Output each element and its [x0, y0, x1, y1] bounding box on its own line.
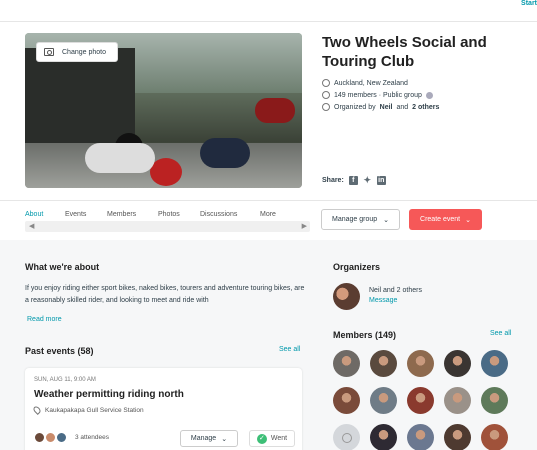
tabs-scrollbar[interactable]: ◀ ▶ — [25, 221, 310, 232]
group-members-info: 149 members · Public group — [322, 91, 433, 99]
tab-more[interactable]: More — [260, 211, 276, 218]
camera-icon — [44, 48, 54, 56]
top-bar: Start — [0, 0, 537, 22]
facebook-icon[interactable]: f — [348, 176, 358, 185]
member-avatar[interactable] — [370, 387, 397, 414]
member-avatar[interactable] — [333, 387, 360, 414]
member-avatar[interactable] — [370, 350, 397, 377]
past-events-see-all-link[interactable]: See all — [279, 346, 300, 353]
location-pin-icon — [32, 405, 42, 415]
chevron-down-icon: ⌄ — [221, 435, 228, 443]
event-manage-label: Manage — [190, 435, 217, 442]
organizer-name[interactable]: Neil — [369, 287, 381, 294]
check-icon: ✓ — [256, 433, 267, 444]
member-avatar[interactable] — [481, 424, 508, 450]
member-avatar[interactable] — [481, 350, 508, 377]
chevron-down-icon: ⌄ — [465, 216, 471, 224]
event-card[interactable]: SUN, AUG 11, 9:00 AM Weather permitting … — [25, 368, 302, 450]
tab-discussions[interactable]: Discussions — [200, 211, 237, 218]
about-text: If you enjoy riding either sport bikes, … — [25, 285, 305, 304]
member-avatar[interactable] — [444, 424, 471, 450]
attendee-avatar — [34, 432, 45, 443]
event-title[interactable]: Weather permitting riding north — [34, 389, 184, 400]
change-photo-button[interactable]: Change photo — [36, 42, 118, 62]
organized-prefix: Organized by — [334, 103, 376, 111]
info-icon[interactable] — [425, 91, 433, 99]
members-text: 149 members · Public group — [334, 91, 422, 99]
attendees-count: 3 attendees — [75, 434, 109, 441]
members-grid — [333, 350, 513, 450]
tab-members[interactable]: Members — [107, 211, 136, 218]
twitter-icon[interactable]: ✦ — [363, 176, 372, 185]
member-avatar[interactable] — [333, 350, 360, 377]
tab-photos[interactable]: Photos — [158, 211, 180, 218]
share-label: Share: — [322, 177, 344, 184]
about-heading: What we're about — [25, 262, 100, 272]
chevron-down-icon: ⌄ — [383, 216, 390, 224]
scroll-right-icon[interactable]: ▶ — [302, 222, 307, 230]
organizer-others[interactable]: 2 others — [397, 287, 422, 294]
event-date: SUN, AUG 11, 9:00 AM — [34, 377, 96, 383]
read-more-link[interactable]: Read more — [27, 316, 62, 323]
organized-and: and — [396, 103, 409, 111]
group-organized-by: Organized by Neil and 2 others — [322, 103, 439, 111]
members-see-all-link[interactable]: See all — [490, 330, 511, 337]
location-pin-icon — [322, 79, 330, 87]
person-placeholder-icon — [341, 432, 352, 443]
tab-events[interactable]: Events — [65, 211, 86, 218]
attendee-avatar — [56, 432, 67, 443]
organizer-others-link[interactable]: 2 others — [412, 104, 439, 111]
event-location-text: Kaukapakapa Gull Service Station — [45, 406, 144, 414]
group-title: Two Wheels Social and Touring Club — [322, 34, 487, 70]
event-location: Kaukapakapa Gull Service Station — [32, 405, 144, 415]
member-avatar[interactable] — [407, 387, 434, 414]
event-attendees[interactable]: 3 attendees — [34, 432, 109, 443]
member-avatar[interactable] — [407, 424, 434, 450]
change-photo-label: Change photo — [62, 48, 106, 56]
create-event-button[interactable]: Create event ⌄ — [409, 209, 482, 230]
organizer-and: and — [383, 287, 395, 294]
location-text: Auckland, New Zealand — [334, 79, 408, 87]
start-link[interactable]: Start — [521, 0, 537, 7]
went-button[interactable]: ✓ Went — [249, 430, 295, 447]
person-icon — [322, 103, 330, 111]
past-events-heading: Past events (58) — [25, 346, 94, 356]
manage-group-label: Manage group — [331, 216, 378, 223]
member-avatar[interactable] — [481, 387, 508, 414]
message-organizer-link[interactable]: Message — [369, 297, 397, 304]
organizer-name-link[interactable]: Neil — [380, 104, 393, 111]
people-icon — [322, 91, 330, 99]
member-avatar[interactable] — [407, 350, 434, 377]
member-avatar[interactable] — [444, 387, 471, 414]
manage-group-button[interactable]: Manage group ⌄ — [321, 209, 400, 230]
create-event-label: Create event — [420, 216, 461, 223]
linkedin-icon[interactable]: in — [376, 176, 386, 185]
went-label: Went — [270, 435, 288, 442]
member-avatar[interactable] — [333, 424, 360, 450]
event-manage-button[interactable]: Manage ⌄ — [180, 430, 238, 447]
members-heading: Members (149) — [333, 330, 397, 340]
organizers-heading: Organizers — [333, 262, 381, 272]
scroll-left-icon[interactable]: ◀ — [29, 222, 34, 230]
organizer-avatar[interactable] — [333, 283, 360, 310]
group-location: Auckland, New Zealand — [322, 79, 408, 87]
share-bar: Share: f ✦ in — [322, 176, 386, 185]
member-avatar[interactable] — [370, 424, 397, 450]
attendee-avatar — [45, 432, 56, 443]
member-avatar[interactable] — [444, 350, 471, 377]
tab-about[interactable]: About — [25, 211, 43, 218]
organizer-names: Neil and 2 others — [369, 287, 422, 294]
